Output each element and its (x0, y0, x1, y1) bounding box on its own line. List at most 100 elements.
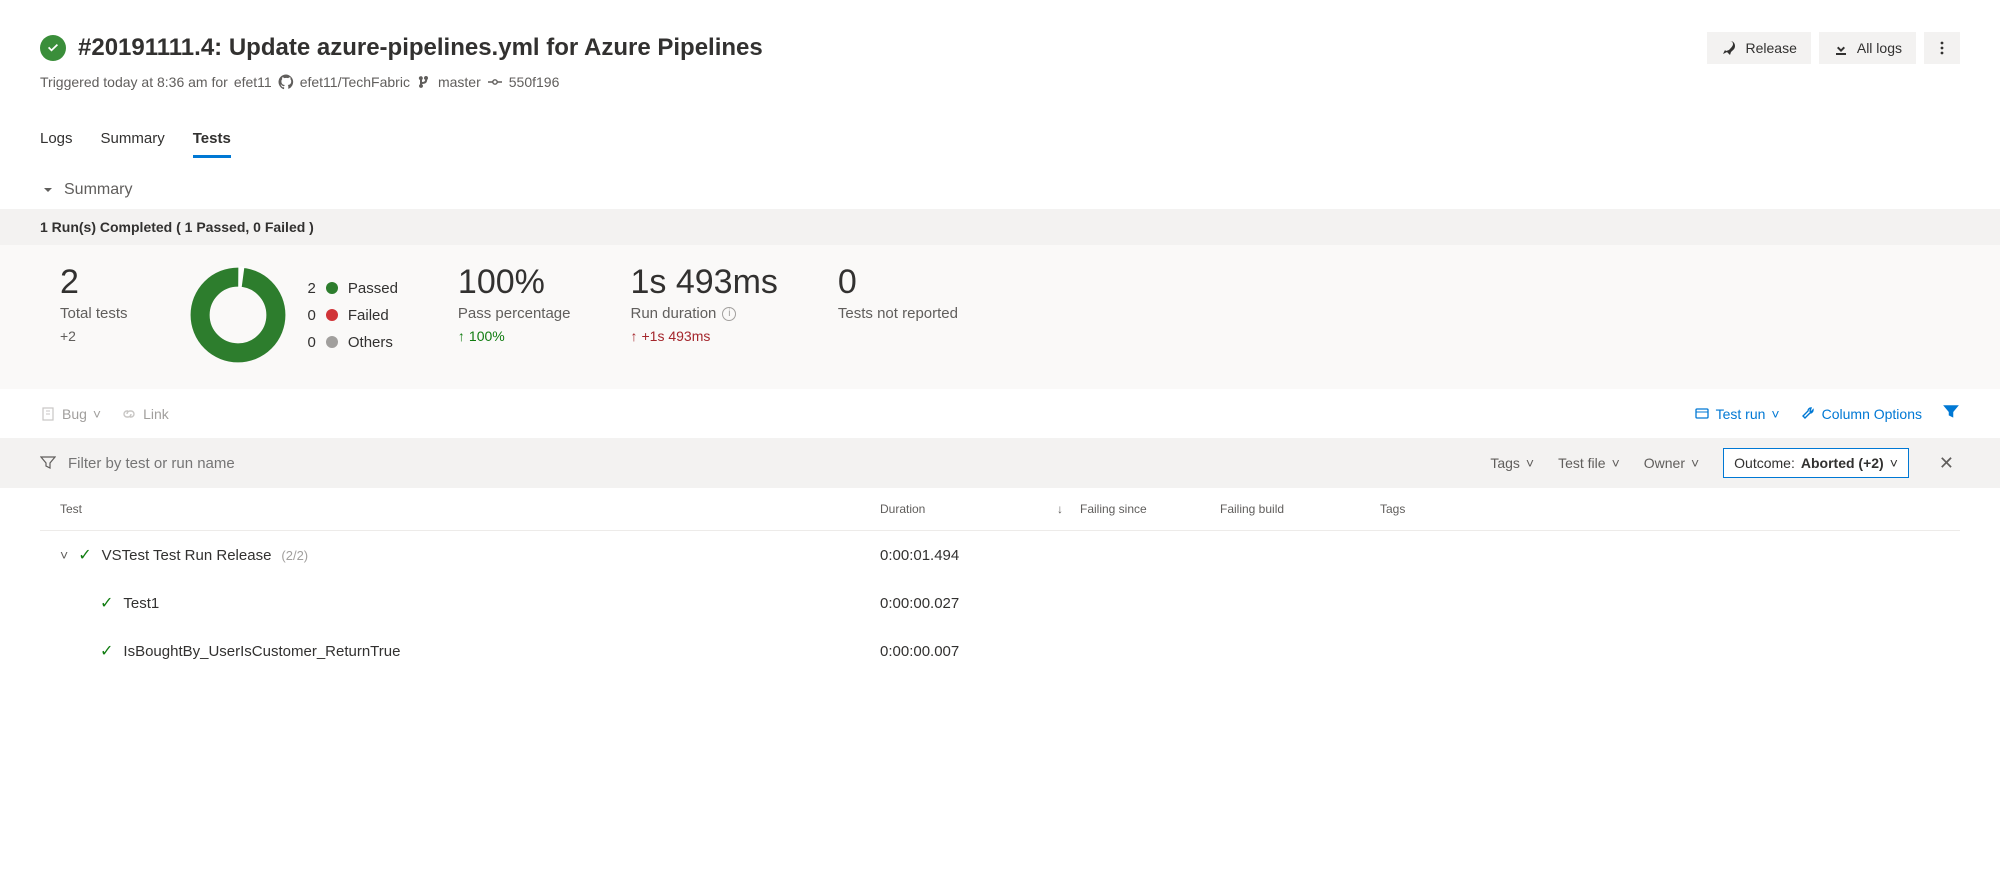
test-name: IsBoughtBy_UserIsCustomer_ReturnTrue (123, 643, 400, 660)
release-button[interactable]: Release (1707, 32, 1810, 64)
test-name: Test1 (123, 595, 159, 612)
sort-indicator[interactable]: ↓ (1040, 502, 1080, 516)
table-header: Test Duration ↓ Failing since Failing bu… (40, 488, 1960, 531)
link-button[interactable]: Link (121, 406, 169, 422)
legend-failed-count: 0 (308, 307, 316, 324)
chevron-down-icon[interactable]: ˅ (60, 547, 68, 563)
col-duration[interactable]: Duration (880, 502, 1040, 516)
tab-tests[interactable]: Tests (193, 122, 231, 158)
filter-icon (1942, 403, 1960, 421)
check-icon: ✓ (100, 641, 113, 661)
tab-logs[interactable]: Logs (40, 122, 73, 158)
all-logs-label: All logs (1857, 40, 1902, 56)
chevron-down-icon: ˅ (1526, 455, 1534, 471)
col-test[interactable]: Test (60, 502, 880, 516)
results-toolbar: Bug ˅ Link Test run ˅ Column Options (40, 389, 1960, 438)
filter-input[interactable] (66, 454, 466, 473)
wrench-icon (1800, 406, 1816, 422)
summary-title: Summary (64, 181, 132, 199)
donut-chart-block: 2 Passed 0 Failed 0 Others (188, 265, 398, 365)
info-icon[interactable]: i (722, 307, 736, 321)
more-vertical-icon (1934, 40, 1950, 56)
chevron-down-icon (40, 182, 56, 198)
all-logs-button[interactable]: All logs (1819, 32, 1916, 64)
duration-label: Run duration i (631, 305, 778, 322)
repo-name[interactable]: efet11/TechFabric (300, 74, 410, 90)
legend-others-count: 0 (308, 334, 316, 351)
clear-filters-button[interactable]: ✕ (1933, 453, 1960, 474)
filter-owner-dropdown[interactable]: Owner ˅ (1644, 455, 1699, 471)
legend-passed: 2 Passed (308, 280, 398, 297)
col-failing-build[interactable]: Failing build (1220, 502, 1380, 516)
github-icon (278, 74, 294, 90)
duration-cell: 0:00:01.494 (880, 547, 1040, 564)
filter-testfile-dropdown[interactable]: Test file ˅ (1558, 455, 1620, 471)
commit-icon (487, 74, 503, 90)
bug-icon (40, 406, 56, 422)
status-success-icon (40, 35, 66, 61)
filter-outcome-dropdown[interactable]: Outcome: Aborted (+2) ˅ (1723, 448, 1909, 478)
pass-pct-label: Pass percentage (458, 305, 571, 322)
total-tests-delta: +2 (60, 328, 128, 344)
pass-pct-value: 100% (458, 265, 571, 299)
branch-name[interactable]: master (438, 74, 481, 90)
table-row[interactable]: ˅ ✓ VSTest Test Run Release (2/2) 0:00:01.4… (40, 531, 1960, 579)
not-reported-value: 0 (838, 265, 958, 299)
chevron-down-icon: ˅ (1771, 406, 1779, 422)
check-icon: ✓ (100, 593, 113, 613)
dot-red-icon (326, 309, 338, 321)
col-failing-since[interactable]: Failing since (1080, 502, 1220, 516)
stats-row: 2 Total tests +2 2 Passed 0 Failed (0, 245, 2000, 389)
donut-chart (188, 265, 288, 365)
triggered-user: efet11 (234, 74, 272, 90)
more-button[interactable] (1924, 32, 1960, 64)
legend-failed-label: Failed (348, 307, 389, 324)
chevron-down-icon: ˅ (1612, 455, 1620, 471)
download-icon (1833, 40, 1849, 56)
legend-passed-label: Passed (348, 280, 398, 297)
triggered-prefix: Triggered today at 8:36 am for (40, 74, 228, 90)
stat-pass-pct: 100% Pass percentage ↑ 100% (458, 265, 571, 344)
col-tags[interactable]: Tags (1380, 502, 1940, 516)
test-run-icon (1694, 406, 1710, 422)
chevron-down-icon: ˅ (1890, 455, 1898, 471)
duration-delta: ↑ +1s 493ms (631, 328, 778, 344)
arrow-up-icon: ↑ (458, 328, 465, 344)
duration-cell: 0:00:00.027 (880, 595, 1040, 612)
table-row[interactable]: ✓ Test1 0:00:00.027 (40, 579, 1960, 627)
table-row[interactable]: ✓ IsBoughtBy_UserIsCustomer_ReturnTrue 0:0… (40, 627, 1960, 675)
legend-others-label: Others (348, 334, 393, 351)
test-count: (2/2) (281, 548, 308, 563)
stat-not-reported: 0 Tests not reported (838, 265, 958, 322)
tabs-bar: Logs Summary Tests (40, 122, 1960, 159)
commit-hash[interactable]: 550f196 (509, 74, 560, 90)
test-name: VSTest Test Run Release (102, 547, 272, 564)
branch-icon (416, 74, 432, 90)
chevron-down-icon: ˅ (1691, 455, 1699, 471)
dot-green-icon (326, 282, 338, 294)
duration-value: 1s 493ms (631, 265, 778, 299)
duration-cell: 0:00:00.007 (880, 643, 1040, 660)
runs-completed-bar: 1 Run(s) Completed ( 1 Passed, 0 Failed … (0, 209, 2000, 245)
legend-passed-count: 2 (308, 280, 316, 297)
column-options-button[interactable]: Column Options (1800, 406, 1922, 422)
filter-tags-dropdown[interactable]: Tags ˅ (1490, 455, 1534, 471)
total-tests-label: Total tests (60, 305, 128, 322)
bug-button[interactable]: Bug ˅ (40, 406, 101, 422)
stat-total-tests: 2 Total tests +2 (60, 265, 128, 344)
release-label: Release (1745, 40, 1796, 56)
legend-others: 0 Others (308, 334, 398, 351)
filter-bar: Tags ˅ Test file ˅ Owner ˅ Outcome: Abor… (0, 438, 2000, 488)
legend-failed: 0 Failed (308, 307, 398, 324)
filter-toggle-button[interactable] (1942, 403, 1960, 424)
trigger-info: Triggered today at 8:36 am for efet11 ef… (40, 74, 1960, 90)
not-reported-label: Tests not reported (838, 305, 958, 322)
page-title: #20191111.4: Update azure-pipelines.yml … (78, 34, 763, 62)
summary-section-header[interactable]: Summary (40, 171, 1960, 209)
tab-summary[interactable]: Summary (101, 122, 165, 158)
stat-duration: 1s 493ms Run duration i ↑ +1s 493ms (631, 265, 778, 344)
test-run-dropdown[interactable]: Test run ˅ (1694, 406, 1780, 422)
outcome-value: Aborted (+2) (1801, 455, 1884, 471)
check-icon: ✓ (78, 545, 91, 565)
rocket-icon (1721, 40, 1737, 56)
